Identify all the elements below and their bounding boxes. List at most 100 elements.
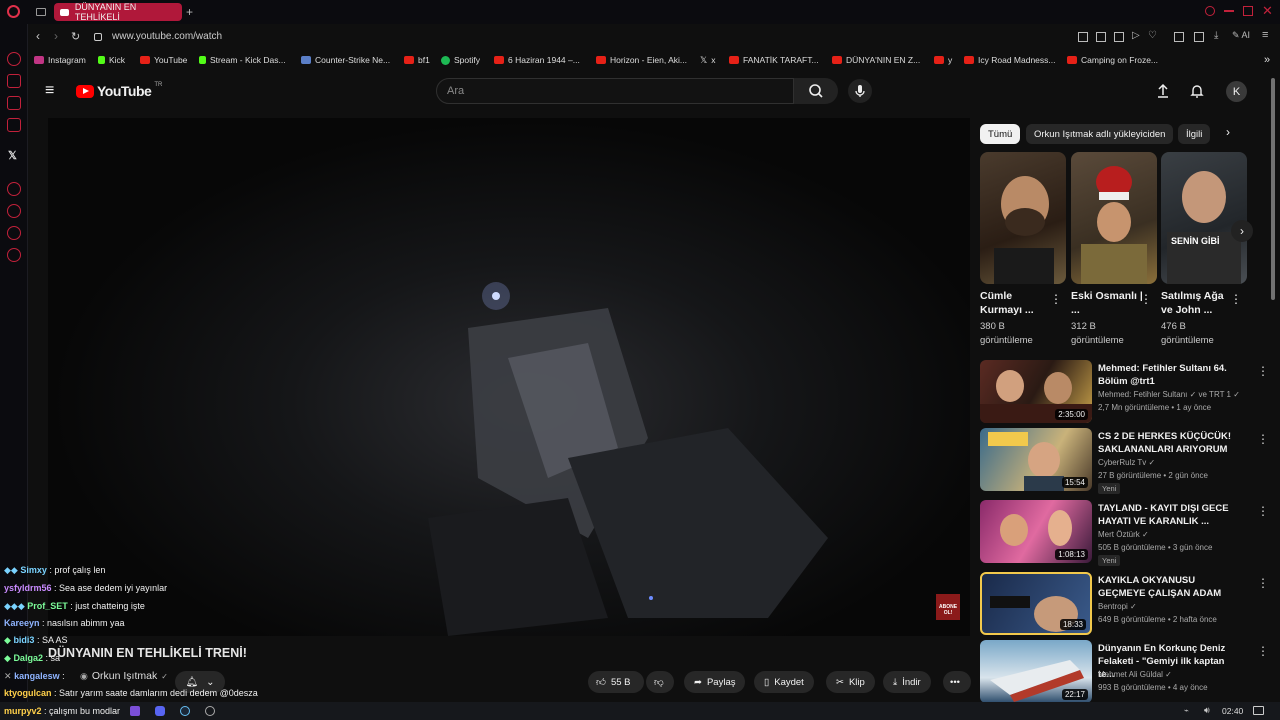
twitch-icon[interactable] xyxy=(130,706,140,716)
short-menu-icon[interactable]: ⋮ xyxy=(1230,292,1242,306)
voice-search-button[interactable] xyxy=(848,79,872,103)
play-icon[interactable]: ▷ xyxy=(1132,30,1140,41)
reload-icon[interactable]: ↻ xyxy=(71,30,80,43)
settings-icon[interactable] xyxy=(7,248,21,262)
search-button[interactable] xyxy=(794,78,838,104)
bookmark-icy-road[interactable]: Icy Road Madness... xyxy=(964,52,1055,68)
subscribe-badge[interactable]: ABONE OL! xyxy=(936,594,960,620)
cube-icon[interactable] xyxy=(1194,32,1204,42)
dislike-button[interactable]: 👎︎ xyxy=(646,671,674,693)
bookmark-fanatik[interactable]: FANATİK TARAFT... xyxy=(729,52,819,68)
steam-icon[interactable] xyxy=(180,706,190,716)
short-title[interactable]: Cümle Kurmayı ... xyxy=(980,289,1052,317)
more-options-icon[interactable]: ⋮ xyxy=(1256,504,1270,518)
bookmark-instagram[interactable]: Instagram xyxy=(34,52,86,68)
close-window-icon[interactable]: ✕ xyxy=(1262,3,1273,19)
avatar[interactable]: K xyxy=(1226,81,1247,102)
bookmark-bf1[interactable]: bf1 xyxy=(404,52,430,68)
upload-icon[interactable] xyxy=(1156,83,1170,99)
opera-logo-icon[interactable] xyxy=(7,5,20,18)
instagram-icon[interactable] xyxy=(7,96,21,110)
chevron-right-icon[interactable]: › xyxy=(1226,125,1230,139)
short-title[interactable]: Satılmış Ağa ve John ... xyxy=(1161,289,1233,317)
player-icon[interactable] xyxy=(7,182,21,196)
filter-chip-uploader[interactable]: Orkun Işıtmak adlı yükleyiciden xyxy=(1026,124,1174,144)
menu-icon[interactable]: ≡ xyxy=(1262,29,1268,41)
search-input[interactable]: Ara xyxy=(436,78,794,104)
aria-icon[interactable] xyxy=(7,52,21,66)
clip-button[interactable]: ✂ Klip xyxy=(826,671,875,693)
shorts-next-button[interactable]: › xyxy=(1231,220,1253,242)
short-menu-icon[interactable]: ⋮ xyxy=(1140,292,1152,306)
channel-name[interactable]: ◉ Orkun Işıtmak ✓ xyxy=(80,670,168,682)
notification-center-icon[interactable] xyxy=(1253,706,1264,715)
short-thumbnail[interactable]: SENİN GİBİ xyxy=(1161,152,1247,284)
bookmark-6-haziran[interactable]: 6 Haziran 1944 –... xyxy=(494,52,580,68)
url-field[interactable]: www.youtube.com/watch xyxy=(112,31,222,42)
more-options-icon[interactable]: ⋮ xyxy=(1256,576,1270,590)
bookmark-youtube[interactable]: YouTube xyxy=(140,52,187,68)
volume-icon[interactable]: 🔊︎ xyxy=(1204,705,1210,716)
more-options-icon[interactable]: ⋮ xyxy=(1256,364,1270,378)
more-options-icon[interactable]: ⋮ xyxy=(1256,432,1270,446)
download-icon[interactable]: ⤓ xyxy=(1214,30,1218,41)
short-thumbnail[interactable] xyxy=(980,152,1066,284)
hamburger-menu-icon[interactable]: ≡ xyxy=(45,83,54,99)
recommended-video[interactable]: 15:54 CS 2 DE HERKES KÜÇÜCÜK! SAKLANANLA… xyxy=(980,428,1270,494)
bookmark-x[interactable]: 𝕏x xyxy=(700,52,716,68)
network-icon[interactable]: ⌁ xyxy=(1184,706,1189,715)
shop-icon[interactable] xyxy=(7,74,21,88)
new-tab-button[interactable]: + xyxy=(186,5,193,19)
tab-manager-icon[interactable] xyxy=(36,8,46,16)
more-actions-button[interactable]: ••• xyxy=(943,671,971,693)
recommended-video[interactable]: 1:08:13 TAYLAND - KAYIT DIŞI GECE HAYATI… xyxy=(980,500,1270,566)
forward-icon[interactable]: › xyxy=(54,29,58,43)
filter-chip-related[interactable]: İlgili xyxy=(1178,124,1211,144)
bookmark-spotify[interactable]: Spotify xyxy=(441,52,480,68)
bookmark-stream-kick[interactable]: Stream - Kick Das... xyxy=(199,52,286,68)
short-title[interactable]: Eski Osmanlı | ... xyxy=(1071,289,1143,317)
recommended-video[interactable]: 18:33 KAYIKLA OKYANUSU GEÇMEYE ÇALIŞAN A… xyxy=(980,572,1270,636)
bookmark-y[interactable]: y xyxy=(934,52,952,68)
page-scrollbar[interactable] xyxy=(1271,78,1275,300)
youtube-logo[interactable]: YouTube TR xyxy=(76,82,162,99)
screenshot-icon[interactable] xyxy=(1096,32,1106,42)
bookmark-dunyanin[interactable]: DÜNYA'NIN EN Z... xyxy=(832,52,920,68)
like-button[interactable]: 👍︎ 55 B xyxy=(588,671,644,693)
maximize-icon[interactable] xyxy=(1243,6,1253,16)
bookmark-kick[interactable]: Kick xyxy=(98,52,125,68)
tab-active[interactable]: DÜNYANIN EN TEHLİKELİ xyxy=(54,2,182,22)
clock[interactable]: 02:40 xyxy=(1222,706,1243,716)
bookmark-camping[interactable]: Camping on Froze... xyxy=(1067,52,1158,68)
close-icon[interactable]: ✕ xyxy=(4,671,12,681)
messenger-icon[interactable] xyxy=(7,118,21,132)
minimize-icon[interactable] xyxy=(1224,10,1234,12)
extensions-icon[interactable] xyxy=(1174,32,1184,42)
filter-chip-all[interactable]: Tümü xyxy=(980,124,1021,144)
x-icon[interactable]: 𝕏 xyxy=(8,149,17,162)
notifications-bell-icon[interactable] xyxy=(1190,83,1204,99)
short-thumbnail[interactable] xyxy=(1071,152,1157,284)
recommended-video[interactable]: 2:35:00 Mehmed: Fetihler Sultanı 64. Böl… xyxy=(980,360,1270,424)
search-tabs-icon[interactable] xyxy=(1205,6,1215,16)
bookmark-counter-strike[interactable]: Counter-Strike Ne... xyxy=(301,52,390,68)
discord-icon[interactable] xyxy=(155,706,165,716)
video-player[interactable]: ABONE OL! xyxy=(48,118,970,636)
history-icon[interactable] xyxy=(7,204,21,218)
more-options-icon[interactable]: ⋮ xyxy=(1256,644,1270,658)
save-button[interactable]: ▯ Kaydet xyxy=(754,671,814,693)
bookmark-horizon[interactable]: Horizon - Eien, Aki... xyxy=(596,52,687,68)
pin-icon[interactable] xyxy=(1078,32,1088,42)
bookmarks-more-icon[interactable]: » xyxy=(1264,52,1270,68)
short-menu-icon[interactable]: ⋮ xyxy=(1050,292,1062,306)
extension-icon[interactable] xyxy=(1114,32,1124,42)
verified-icon: ✓ xyxy=(161,671,168,681)
app-icon[interactable] xyxy=(205,706,215,716)
ai-button[interactable]: ✎ AI xyxy=(1232,30,1250,41)
heart-icon[interactable]: ♡ xyxy=(1148,30,1157,41)
download-button[interactable]: ⤓ İndir xyxy=(883,671,931,693)
share-button[interactable]: ➦ Paylaş xyxy=(684,671,746,693)
back-icon[interactable]: ‹ xyxy=(36,29,40,43)
recommended-video[interactable]: 22:17 Dünyanın En Korkunç Deniz Felaketi… xyxy=(980,640,1270,704)
chat-icon[interactable] xyxy=(7,226,21,240)
